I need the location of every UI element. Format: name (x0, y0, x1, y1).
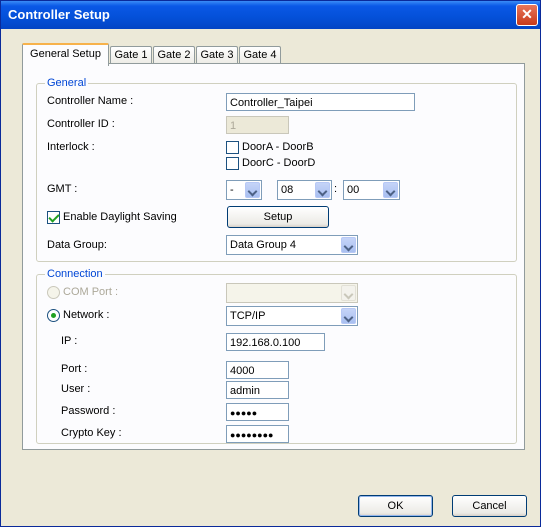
interlock-ab-label: DoorA - DoorB (242, 141, 314, 153)
chevron-down-icon (341, 237, 356, 253)
user-label: User : (61, 383, 91, 395)
title-bar[interactable]: Controller Setup ✕ (1, 1, 540, 29)
network-label: Network : (63, 309, 110, 321)
tab-general-setup[interactable]: General Setup (22, 43, 109, 66)
ok-button[interactable]: OK (358, 495, 433, 517)
gmt-sign-value: - (230, 184, 234, 196)
network-radio[interactable] (47, 309, 60, 322)
com-port-select (226, 283, 358, 303)
controller-id-input: 1 (226, 116, 289, 134)
gmt-hour-value: 08 (281, 184, 294, 196)
gmt-label: GMT : (47, 183, 78, 195)
interlock-ab-checkbox[interactable] (226, 141, 239, 154)
close-icon[interactable]: ✕ (516, 4, 538, 26)
controller-setup-dialog: Controller Setup ✕ General Setup Gate 1 … (0, 0, 541, 527)
tab-gate-3[interactable]: Gate 3 (196, 46, 238, 64)
ip-input[interactable]: 192.168.0.100 (226, 333, 325, 351)
chevron-down-icon (315, 182, 330, 198)
data-group-label: Data Group: (47, 239, 107, 251)
check-icon (48, 211, 60, 223)
interlock-cd-checkbox[interactable] (226, 157, 239, 170)
com-port-label: COM Port : (63, 286, 119, 298)
gmt-minute-value: 00 (347, 184, 360, 196)
controller-id-label: Controller ID : (47, 118, 115, 130)
chevron-down-icon (383, 182, 398, 198)
connection-group-legend: Connection (45, 268, 105, 280)
password-label: Password : (61, 405, 116, 417)
data-group-select[interactable]: Data Group 4 (226, 235, 358, 255)
tab-gate-2[interactable]: Gate 2 (153, 46, 195, 64)
gmt-minute-select[interactable]: 00 (343, 180, 400, 200)
cancel-button[interactable]: Cancel (452, 495, 527, 517)
network-value: TCP/IP (230, 310, 266, 322)
gmt-sign-select[interactable]: - (226, 180, 262, 200)
radio-selected-dot (51, 313, 56, 318)
crypto-key-label: Crypto Key : (61, 427, 122, 439)
interlock-label: Interlock : (47, 141, 95, 153)
password-input[interactable]: ●●●●● (226, 403, 289, 421)
general-group-legend: General (45, 77, 89, 89)
tab-gate-1[interactable]: Gate 1 (110, 46, 152, 64)
gmt-separator: : (334, 183, 338, 195)
controller-name-label: Controller Name : (47, 95, 134, 107)
user-input[interactable]: admin (226, 381, 289, 399)
tab-gate-4[interactable]: Gate 4 (239, 46, 281, 64)
network-select[interactable]: TCP/IP (226, 306, 358, 326)
crypto-key-input[interactable]: ●●●●●●●● (226, 425, 289, 443)
port-label: Port : (61, 363, 88, 375)
gmt-hour-select[interactable]: 08 (277, 180, 332, 200)
chevron-down-icon (341, 308, 356, 324)
chevron-down-icon (341, 285, 356, 301)
daylight-setup-button[interactable]: Setup (227, 206, 329, 228)
controller-name-input[interactable]: Controller_Taipei (226, 93, 415, 111)
port-input[interactable]: 4000 (226, 361, 289, 379)
interlock-cd-label: DoorC - DoorD (242, 157, 316, 169)
data-group-value: Data Group 4 (230, 239, 297, 251)
com-port-radio (47, 286, 60, 299)
chevron-down-icon (245, 182, 260, 198)
window-title: Controller Setup (8, 7, 110, 22)
general-setup-page: General Controller Name : Controller_Tai… (22, 63, 525, 450)
daylight-saving-checkbox[interactable] (47, 211, 60, 224)
daylight-saving-label: Enable Daylight Saving (63, 211, 177, 223)
ip-label: IP : (61, 335, 78, 347)
